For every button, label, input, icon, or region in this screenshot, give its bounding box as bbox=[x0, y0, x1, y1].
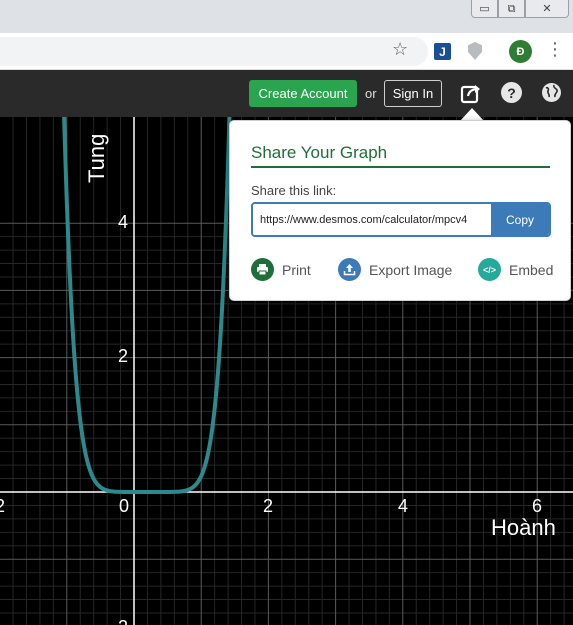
y-axis-label: Tung bbox=[84, 134, 109, 183]
profile-avatar[interactable]: Đ bbox=[509, 40, 532, 63]
copy-button[interactable]: Copy bbox=[491, 204, 549, 235]
window-titlebar: ▭ ⧉ ✕ bbox=[0, 0, 573, 33]
globe-icon[interactable] bbox=[541, 82, 562, 103]
address-bar[interactable] bbox=[0, 37, 428, 66]
extension-shield-icon[interactable] bbox=[468, 42, 482, 60]
close-button[interactable]: ✕ bbox=[525, 0, 569, 18]
x-tick-label: 6 bbox=[532, 496, 542, 516]
browser-toolbar: ☆ J Đ ⋮ bbox=[0, 33, 573, 70]
desmos-header: Create Account or Sign In ? bbox=[0, 70, 573, 117]
upload-icon bbox=[338, 258, 361, 281]
print-label: Print bbox=[282, 261, 311, 278]
embed-label: Embed bbox=[509, 261, 554, 278]
export-image-action[interactable]: Export Image bbox=[338, 258, 452, 281]
browser-menu-icon[interactable]: ⋮ bbox=[546, 39, 564, 60]
share-icon[interactable] bbox=[460, 82, 482, 104]
x-tick-label: 4 bbox=[398, 496, 408, 516]
window-controls: ▭ ⧉ ✕ bbox=[471, 0, 569, 18]
share-popover: Share Your Graph Share this link: Copy P… bbox=[229, 120, 571, 301]
x-tick-label: 2 bbox=[263, 496, 273, 516]
share-title: Share Your Graph bbox=[251, 143, 550, 168]
x-axis-label: Hoành bbox=[491, 515, 556, 540]
share-link-group: Copy bbox=[251, 202, 551, 237]
extension-j-icon[interactable]: J bbox=[434, 43, 451, 60]
create-account-button[interactable]: Create Account bbox=[249, 80, 357, 107]
bookmark-star-icon[interactable]: ☆ bbox=[392, 39, 408, 60]
y-tick-label: 2 bbox=[118, 617, 128, 625]
or-label: or bbox=[365, 86, 377, 101]
printer-icon bbox=[251, 258, 274, 281]
y-tick-label: 4 bbox=[118, 212, 128, 232]
share-link-label: Share this link: bbox=[251, 183, 337, 198]
sign-in-button[interactable]: Sign In bbox=[384, 80, 442, 107]
x-tick-label: 0 bbox=[119, 496, 129, 516]
screen: ▭ ⧉ ✕ ☆ J Đ ⋮ Create Account or Sign In … bbox=[0, 0, 573, 625]
print-action[interactable]: Print bbox=[251, 258, 311, 281]
x-tick-label: 2 bbox=[0, 496, 5, 516]
restore-button[interactable]: ⧉ bbox=[498, 0, 525, 18]
embed-action[interactable]: </> Embed bbox=[478, 258, 553, 281]
y-tick-label: 2 bbox=[118, 346, 128, 366]
export-image-label: Export Image bbox=[369, 261, 453, 278]
code-icon: </> bbox=[478, 258, 501, 281]
share-link-input[interactable] bbox=[253, 204, 491, 235]
help-icon[interactable]: ? bbox=[501, 82, 522, 103]
minimize-button[interactable]: ▭ bbox=[471, 0, 498, 18]
